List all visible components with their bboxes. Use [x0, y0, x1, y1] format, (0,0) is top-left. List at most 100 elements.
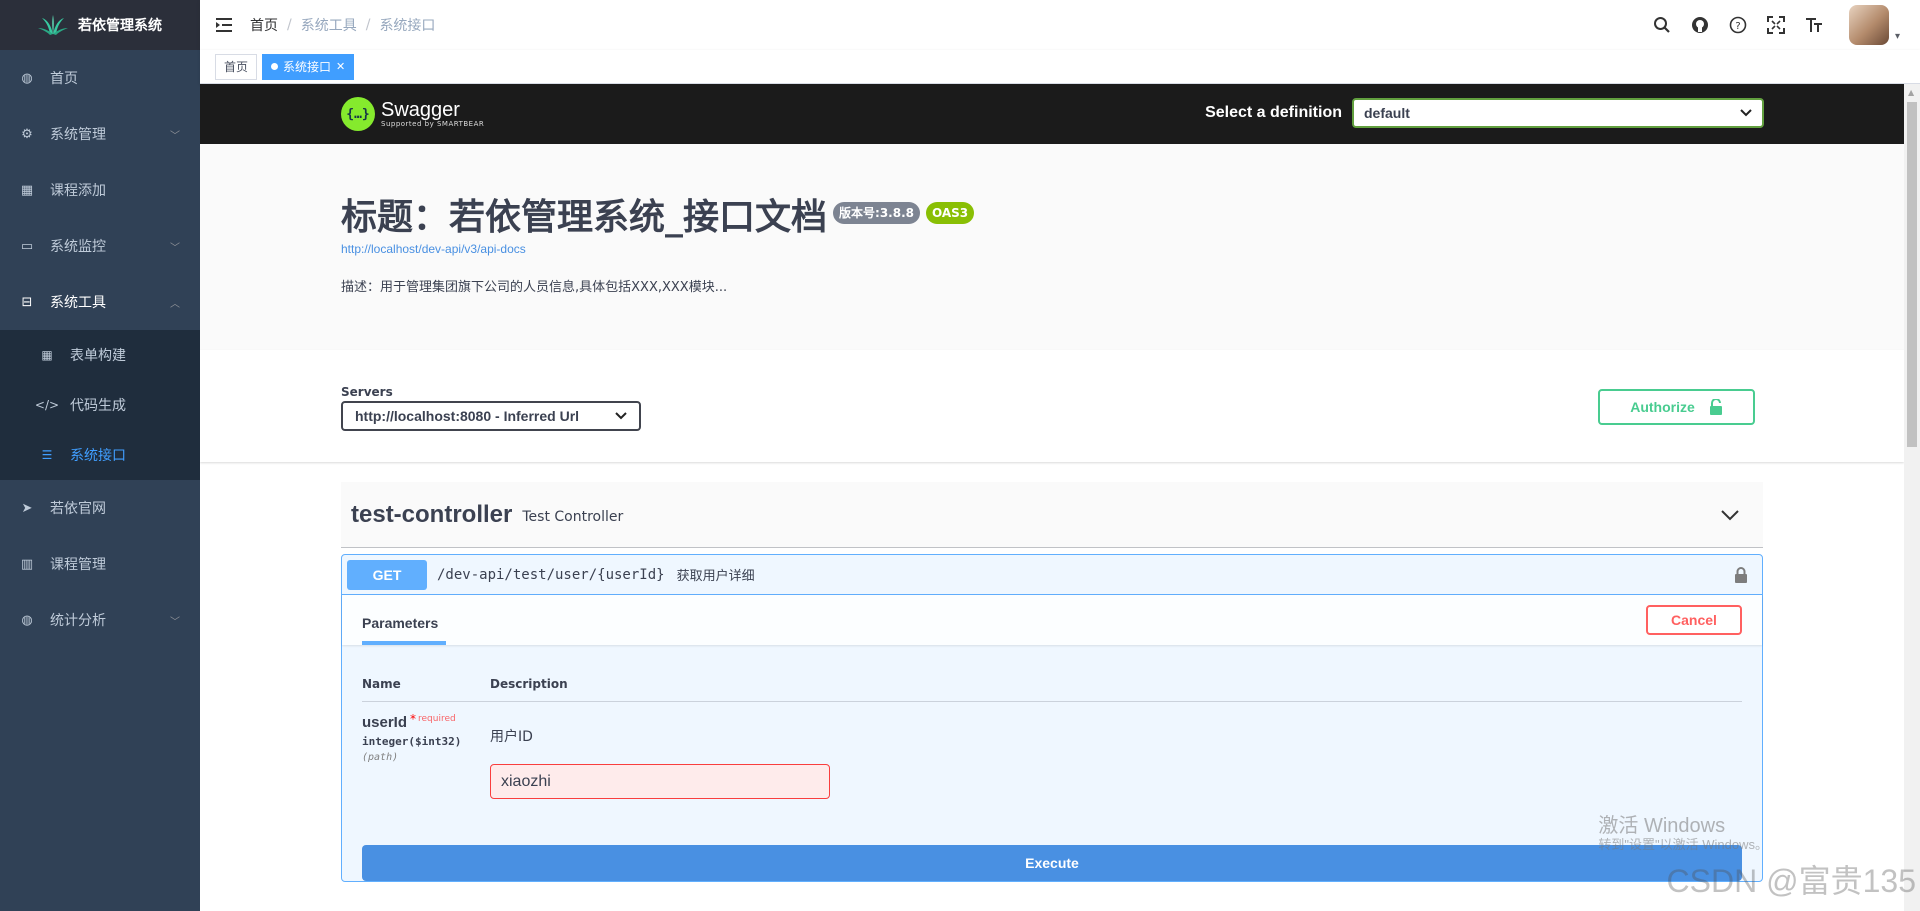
sidebar-item-label: 系统工具 [50, 295, 106, 311]
breadcrumb-current: 系统接口 [379, 18, 436, 34]
swagger-logo-icon: {…} [341, 97, 375, 131]
sidebar-item-course-management[interactable]: ▥ 课程管理 [0, 536, 200, 592]
windows-activation-watermark: 激活 Windows 转到"设置"以激活 Windows。 [1598, 815, 1768, 853]
activation-title: 激活 Windows [1598, 815, 1726, 837]
table-icon: ▦ [20, 182, 34, 198]
tab-parameters[interactable]: Parameters [362, 615, 447, 645]
app-title: 若依管理系统 [78, 18, 162, 34]
column-description: Description [490, 677, 568, 691]
userid-input[interactable]: xiaozhi [490, 764, 830, 799]
servers-section: Servers http://localhost:8080 - Inferred… [200, 350, 1904, 462]
breadcrumb-home[interactable]: 首页 [250, 15, 278, 35]
swagger-topbar: {…} Swagger Supported by SMARTBEAR Selec… [200, 84, 1904, 144]
caret-down-icon[interactable]: ▾ [1895, 31, 1900, 42]
chevron-down-icon: ﹀ [170, 130, 180, 142]
svg-text:?: ? [1735, 21, 1740, 32]
chevron-down-icon: ﹀ [170, 242, 180, 254]
chevron-down-icon: ﹀ [170, 616, 180, 628]
tag-label: 系统接口 [283, 59, 332, 74]
parameter-description: 用户ID [490, 729, 533, 745]
parameter-row: userId * required integer($int32) (path) 用… [362, 702, 1742, 799]
close-icon[interactable]: ✕ [336, 55, 345, 79]
search-icon[interactable] [1651, 14, 1673, 36]
font-size-icon[interactable] [1803, 14, 1825, 36]
form-icon: ▦ [41, 348, 53, 362]
server-value: http://localhost:8080 - Inferred Url [355, 408, 580, 424]
sidebar-item-course-add[interactable]: ▦ 课程添加 [0, 162, 200, 218]
tag-home[interactable]: 首页 [215, 53, 258, 80]
definition-label: Select a definition [1205, 104, 1342, 121]
logo-icon [38, 15, 68, 35]
sidebar-item-statistics[interactable]: ◍ 统计分析 ﹀ [0, 592, 200, 648]
book-icon: ▥ [20, 556, 34, 572]
version-badge: 版本号:3.8.8 [833, 202, 920, 224]
definition-value: default [1364, 105, 1410, 121]
chart-icon: ◍ [21, 612, 33, 628]
sidebar-item-label: 系统监控 [50, 239, 106, 255]
sidebar-item-label: 首页 [50, 71, 78, 87]
sidebar-item-system-monitor[interactable]: ▭ 系统监控 ﹀ [0, 218, 200, 274]
navbar: 首页 / 系统工具 / 系统接口 ? ▾ [200, 0, 1920, 50]
api-description: 描述：用于管理集团旗下公司的人员信息,具体包括XXX,XXX模块... [341, 280, 728, 295]
cancel-button[interactable]: Cancel [1646, 605, 1742, 635]
scroll-thumb[interactable] [1907, 102, 1917, 447]
parameters-table-header: Name Description [362, 665, 1742, 702]
execute-button[interactable]: Execute [362, 845, 1742, 881]
scrollbar[interactable]: ▲ [1904, 84, 1920, 911]
api-info: 标题：若依管理系统_接口文档 版本号:3.8.8 OAS3 http://loc… [200, 144, 1904, 350]
csdn-watermark: CSDN @富贵135 [1666, 863, 1916, 899]
definition-select[interactable]: default [1352, 98, 1764, 128]
scroll-up-arrow-icon[interactable]: ▲ [1908, 88, 1914, 97]
sidebar-item-system-api[interactable]: ☰ 系统接口 [0, 430, 200, 480]
hamburger-icon[interactable] [200, 0, 250, 50]
sidebar-item-label: 统计分析 [50, 613, 106, 629]
sidebar-item-form-builder[interactable]: ▦ 表单构建 [0, 330, 200, 380]
sidebar-item-label: 系统接口 [70, 448, 126, 464]
parameter-description-cell: 用户ID xiaozhi [490, 712, 1742, 799]
operation-summary[interactable]: GET /dev-api/test/user/{userId} 获取用户详细 [342, 555, 1762, 595]
avatar[interactable] [1848, 5, 1889, 45]
sidebar-item-system-management[interactable]: ⚙ 系统管理 ﹀ [0, 106, 200, 162]
swagger-logo[interactable]: {…} Swagger Supported by SMARTBEAR [341, 97, 484, 131]
activation-sub: 转到"设置"以激活 Windows。 [1598, 837, 1768, 852]
tag-system-api[interactable]: 系统接口 ✕ [262, 53, 355, 80]
active-dot-icon [271, 63, 279, 70]
fullscreen-icon[interactable] [1765, 14, 1787, 36]
toolbox-icon: ⊟ [21, 294, 33, 310]
parameters-body: Name Description userId * required integer… [342, 645, 1762, 881]
api-title: 标题：若依管理系统_接口文档 [341, 197, 828, 238]
sidebar-item-home[interactable]: ◍ 首页 [0, 50, 200, 106]
sidebar-item-label: 课程管理 [50, 557, 106, 573]
help-icon[interactable]: ? [1727, 14, 1749, 36]
parameter-type: integer($int32) [362, 735, 462, 748]
chevron-up-icon: ︿ [170, 298, 180, 310]
sidebar-submenu-system-tools: ▦ 表单构建 </> 代码生成 ☰ 系统接口 [0, 330, 200, 480]
dashboard-icon: ◍ [21, 70, 33, 86]
swagger-logo-title: Swagger [381, 99, 460, 121]
sidebar-item-code-gen[interactable]: </> 代码生成 [0, 380, 200, 430]
tag-label: 首页 [224, 59, 249, 74]
operation-block: GET /dev-api/test/user/{userId} 获取用户详细 P… [341, 554, 1763, 882]
menu-fold-icon [216, 18, 232, 32]
servers-select[interactable]: http://localhost:8080 - Inferred Url [341, 401, 641, 431]
sidebar-item-ruoyi-site[interactable]: ➤ 若依官网 [0, 480, 200, 536]
oas-badge: OAS3 [925, 202, 975, 224]
authorize-button[interactable]: Authorize [1598, 389, 1755, 425]
required-star: * [410, 712, 417, 726]
chevron-down-icon [1721, 509, 1739, 520]
code-icon: </> [34, 398, 60, 412]
sidebar-item-label: 若依官网 [50, 501, 106, 517]
swagger-frame: {…} Swagger Supported by SMARTBEAR Selec… [200, 84, 1904, 911]
github-icon[interactable] [1689, 14, 1711, 36]
tag-name: test-controller [351, 500, 513, 528]
swagger-logo-sub: Supported by SMARTBEAR [381, 120, 485, 128]
lock-icon[interactable] [1734, 566, 1748, 583]
sidebar-logo[interactable]: 若依管理系统 [0, 0, 200, 50]
sidebar-item-system-tools[interactable]: ⊟ 系统工具 ︿ [0, 274, 200, 330]
tag-section-test-controller[interactable]: test-controller Test Controller [341, 482, 1763, 548]
api-docs-link[interactable]: http://localhost/dev-api/v3/api-docs [341, 242, 1904, 256]
parameter-in: (path) [362, 752, 399, 763]
required-text: required [418, 714, 456, 724]
sidebar-item-label: 课程添加 [50, 183, 106, 199]
parameter-name: userId [362, 714, 408, 731]
